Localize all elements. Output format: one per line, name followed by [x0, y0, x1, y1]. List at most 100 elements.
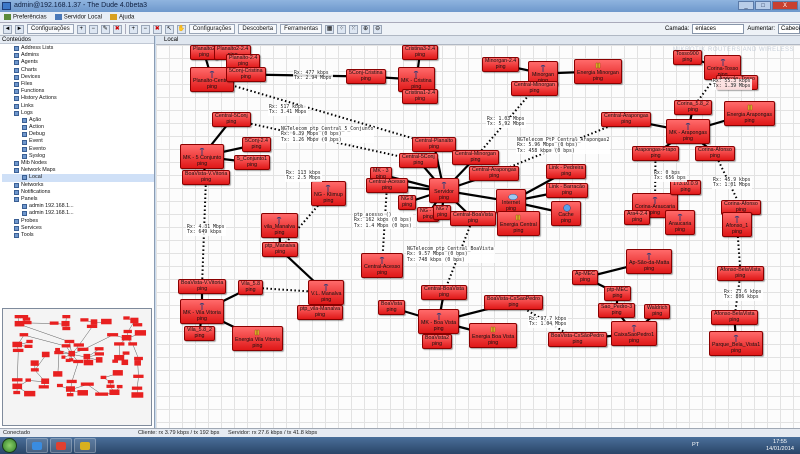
device-node[interactable]: V.L. Manalva ping	[308, 280, 345, 306]
forward-icon[interactable]: ►	[15, 24, 24, 34]
device-node[interactable]: Ap-MEC ping	[572, 270, 599, 286]
tree-item[interactable]: Network Maps	[2, 167, 154, 174]
tree-item[interactable]: Networks	[2, 182, 154, 189]
tree-item[interactable]: Tools	[2, 232, 154, 239]
device-node[interactable]: Central-Planalto ping	[412, 137, 456, 153]
device-node[interactable]: Central-BoaVista ping	[450, 211, 496, 227]
device-node[interactable]: CaixaSaoPedro1 ping	[611, 321, 658, 347]
device-node[interactable]: vila_Manalva ping	[261, 213, 298, 239]
tree-item[interactable]: admin 192.168.1...	[2, 210, 154, 217]
tree-item[interactable]: Syslog	[2, 153, 154, 160]
tree-item[interactable]: History Actions	[2, 95, 154, 102]
device-node[interactable]: Energia Arapongas ping	[724, 101, 776, 127]
minimize-button[interactable]: _	[738, 1, 754, 10]
device-node[interactable]: Servidor ping	[429, 178, 459, 204]
tree-item[interactable]: Devices	[2, 74, 154, 81]
device-node[interactable]: ptp-MEC ping	[604, 286, 631, 302]
tree-item[interactable]: admin 192.168.1...	[2, 203, 154, 210]
menu-preferences[interactable]: Preferências	[4, 13, 47, 20]
device-node[interactable]: Central-Arapongas ping	[601, 112, 652, 128]
maximize-button[interactable]: □	[755, 1, 771, 10]
device-node[interactable]: NG - Klimup ping	[311, 181, 346, 207]
device-node[interactable]: Ara4-2.4 ping	[624, 210, 651, 226]
tools-button[interactable]: Ferramentas	[280, 24, 323, 34]
remove-icon[interactable]: −	[88, 24, 98, 34]
tree-item[interactable]: Address Lists	[2, 45, 154, 52]
tree-item[interactable]: Charts	[2, 67, 154, 74]
tree-item[interactable]: Notifications	[2, 189, 154, 196]
left-settings-button[interactable]: Configurações	[27, 24, 74, 34]
device-node[interactable]: 173.10.0.9 ping	[670, 180, 702, 196]
device-node[interactable]: Energia Vila Vitoria ping	[232, 326, 283, 352]
tree-item[interactable]: Mib Nodes	[2, 160, 154, 167]
device-node[interactable]: Ap-São-da-Matta ping	[626, 249, 673, 275]
start-button[interactable]	[2, 438, 17, 453]
map-remove-icon[interactable]: −	[140, 24, 150, 34]
discovery-button[interactable]: Descoberta	[238, 24, 278, 34]
device-node[interactable]: Afonso-BelaVista ping	[711, 310, 758, 326]
device-node[interactable]: 5Conj-2.4 ping	[242, 137, 271, 153]
device-node[interactable]: Tosso900 ping	[673, 50, 702, 66]
device-node[interactable]: NG 7 ping	[433, 205, 452, 221]
device-node[interactable]: BoaVista-CxSãoPedro ping	[548, 332, 607, 348]
zoom-select[interactable]: Cabecera	[778, 24, 800, 34]
device-node[interactable]: Central-BoaVista ping	[421, 285, 467, 301]
tree-item[interactable]: Panels	[2, 196, 154, 203]
zoom-in-icon[interactable]: ⊕	[361, 24, 371, 34]
edit-icon[interactable]: ✎	[100, 24, 110, 34]
device-node[interactable]: Link - Pedreira ping	[546, 164, 587, 180]
language-indicator[interactable]: PT	[692, 442, 699, 448]
tree-item[interactable]: Local	[2, 174, 154, 182]
tree-item[interactable]: Agents	[2, 59, 154, 66]
device-node[interactable]: Afonso-BelaVista ping	[717, 266, 764, 282]
tree-item[interactable]: Probes	[2, 218, 154, 225]
device-node[interactable]: Central-5Conj ping	[399, 153, 438, 169]
device-node[interactable]: Vila_5.8_2 ping	[184, 326, 215, 342]
device-node[interactable]: Central-Arapongas ping	[469, 166, 520, 182]
delete-icon[interactable]: ✖	[112, 24, 122, 34]
add-icon[interactable]: +	[76, 24, 86, 34]
device-node[interactable]: BoaVista ping	[378, 300, 406, 316]
tree-item[interactable]: Action	[2, 124, 154, 131]
device-node[interactable]: BoaVista2 ping	[422, 334, 453, 350]
device-node[interactable]: 5Conj-Cristina ping	[346, 69, 386, 85]
tree-item[interactable]: Links	[2, 103, 154, 110]
device-node[interactable]: Energia Minorgan ping	[574, 59, 622, 85]
network-map[interactable]: MIKROTIK ROUTERS AND WIRELESS Planalto2 p…	[156, 45, 800, 428]
device-node[interactable]: MK - Arapongas ping	[666, 119, 710, 145]
taskbar-ie[interactable]	[26, 438, 48, 453]
device-node[interactable]: Parque_Bela_Vista1 ping	[709, 331, 764, 357]
taskbar-dude[interactable]	[74, 438, 96, 453]
menu-help[interactable]: Ajuda	[110, 13, 134, 20]
device-node[interactable]: Vila_5.8 ping	[238, 280, 264, 296]
tree-item[interactable]: Evento	[2, 146, 154, 153]
layout-icon[interactable]: ⁘	[337, 24, 347, 34]
device-node[interactable]: MK - Vila Vitoria ping	[180, 299, 224, 325]
device-node[interactable]: BoaVista-V.Vitoria ping	[182, 170, 231, 186]
device-node[interactable]: Afonso_1 ping	[722, 212, 752, 238]
tree-item[interactable]: Event	[2, 138, 154, 145]
device-node[interactable]: ptp_Manalva ping	[262, 242, 299, 258]
device-node[interactable]: NG 8 ping	[398, 195, 417, 211]
clock[interactable]: 17:55 14/01/2014	[766, 439, 794, 452]
device-node[interactable]: Central-Minorgan ping	[452, 150, 499, 166]
map-delete-icon[interactable]: ✖	[152, 24, 162, 34]
device-node[interactable]: Sao_Pedro-3 ping	[598, 303, 636, 319]
tree-item[interactable]: Admins	[2, 52, 154, 59]
device-node[interactable]: 5_Conjunto1 ping	[234, 155, 271, 171]
tab-local[interactable]: Local	[156, 36, 800, 45]
tree-item[interactable]: Ação	[2, 117, 154, 124]
tree-item[interactable]: Services	[2, 225, 154, 232]
device-node[interactable]: Waldrich ping	[644, 304, 671, 320]
pointer-icon[interactable]: ↖	[164, 24, 174, 34]
device-node[interactable]: Arapongas-Frapo ping	[632, 146, 680, 162]
map-overview[interactable]	[2, 308, 152, 426]
device-node[interactable]: Energia Boa Vista ping	[469, 323, 518, 349]
device-node[interactable]: Corina_5.8_2 ping	[674, 100, 712, 116]
close-button[interactable]: X	[772, 1, 798, 10]
device-node[interactable]: Link - Barracão ping	[546, 183, 588, 199]
device-node[interactable]: Central-Acesso ping	[366, 178, 409, 194]
device-node[interactable]: Araucaria ping	[665, 210, 695, 236]
taskbar-chrome[interactable]	[50, 438, 72, 453]
hand-icon[interactable]: ✋	[176, 24, 186, 34]
